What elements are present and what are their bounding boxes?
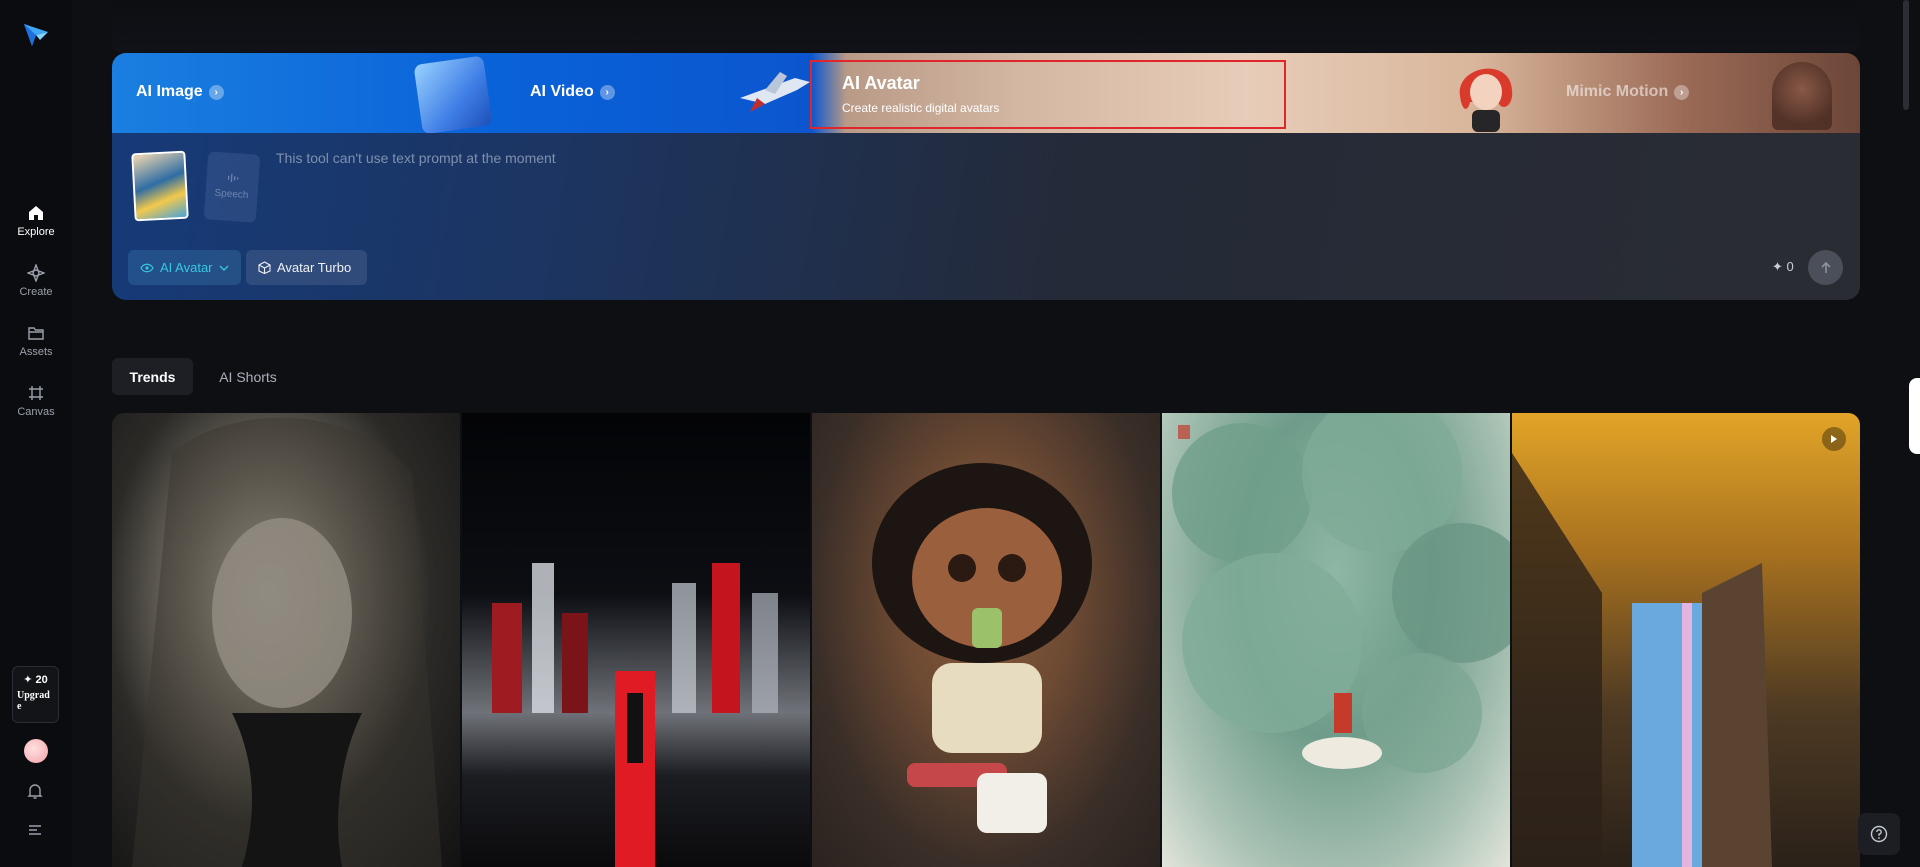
eye-icon [140, 263, 154, 272]
cube-icon [258, 261, 271, 274]
home-icon [29, 206, 43, 220]
upgrade-label: Upgrade [17, 690, 50, 712]
folder-icon [28, 327, 44, 340]
prompt-input[interactable]: This tool can't use text prompt at the m… [276, 150, 556, 166]
mimic-motion-artwork [1772, 62, 1832, 130]
gallery-card[interactable] [1512, 413, 1860, 867]
nav-explore-label: Explore [17, 226, 55, 238]
mode-dropdown[interactable]: AI Avatar [128, 250, 241, 285]
rainbow-door-image [1512, 453, 1772, 867]
top-strip [112, 0, 1860, 52]
tab-mimic-motion-label: Mimic Motion [1566, 83, 1669, 100]
nav-canvas-label: Canvas [17, 406, 55, 418]
tab-ai-shorts[interactable]: AI Shorts [208, 358, 288, 395]
tab-ai-video-label: AI Video [530, 83, 594, 100]
avatar-photo-upload[interactable] [131, 150, 189, 222]
gallery-grid [112, 413, 1860, 867]
nav-assets-label: Assets [19, 346, 53, 358]
ink-horse-rider-image [1172, 413, 1510, 773]
sparkle-icon [27, 264, 45, 282]
app-logo-icon[interactable] [20, 18, 52, 50]
gallery-card[interactable] [462, 413, 810, 867]
scrollbar[interactable] [1903, 0, 1909, 110]
gallery-card[interactable] [812, 413, 1160, 867]
selection-highlight [810, 60, 1286, 129]
gallery-card[interactable] [112, 413, 460, 867]
nav-canvas[interactable]: Canvas [0, 384, 72, 418]
tab-mimic-motion[interactable]: Mimic Motion › [1566, 83, 1690, 101]
jet-artwork [740, 72, 810, 112]
nav-create-label: Create [19, 286, 53, 298]
credits-count: ✦ 20 [23, 674, 48, 686]
model-selector[interactable]: Avatar Turbo [246, 250, 367, 285]
speech-upload[interactable]: Speech [203, 151, 261, 223]
nav-assets[interactable]: Assets [0, 324, 72, 358]
tab-ai-image[interactable]: AI Image › [136, 83, 224, 101]
mode-dropdown-label: AI Avatar [160, 260, 213, 275]
credits-upgrade-box[interactable]: ✦ 20 Upgrade [12, 666, 59, 723]
nav-explore[interactable]: Explore [0, 204, 72, 238]
menu-icon[interactable] [27, 823, 43, 837]
help-icon [1870, 825, 1888, 843]
model-selector-label: Avatar Turbo [277, 260, 352, 275]
play-icon[interactable] [1822, 427, 1846, 451]
red-city-image [492, 563, 778, 867]
bell-icon[interactable] [27, 782, 43, 800]
cartoon-girl-image [872, 463, 1092, 833]
tab-trends[interactable]: Trends [112, 358, 193, 395]
arrow-up-icon [1820, 261, 1831, 273]
submit-button[interactable] [1808, 250, 1843, 285]
gallery-card[interactable] [1162, 413, 1510, 867]
speech-label: Speech [214, 187, 249, 202]
sidebar: Explore Create Assets Canvas ✦ 20 Upgrad… [0, 0, 72, 867]
chevron-right-icon: › [208, 84, 224, 100]
tab-ai-image-label: AI Image [136, 83, 203, 100]
chevron-right-icon: › [599, 84, 615, 100]
avatar-girl-artwork [1459, 68, 1513, 132]
canvas-icon [29, 386, 43, 400]
audio-wave-icon [227, 173, 239, 182]
veiled-portrait-image [132, 417, 442, 867]
ai-video-artwork [413, 55, 493, 135]
side-drawer-handle[interactable] [1909, 378, 1920, 454]
nav-create[interactable]: Create [0, 264, 72, 298]
help-button[interactable] [1858, 813, 1900, 855]
user-avatar[interactable] [24, 739, 48, 763]
chevron-right-icon: › [1674, 84, 1690, 100]
chevron-down-icon [219, 265, 229, 271]
tab-ai-video[interactable]: AI Video › [530, 83, 615, 101]
credit-cost: ✦ 0 [1772, 259, 1794, 274]
